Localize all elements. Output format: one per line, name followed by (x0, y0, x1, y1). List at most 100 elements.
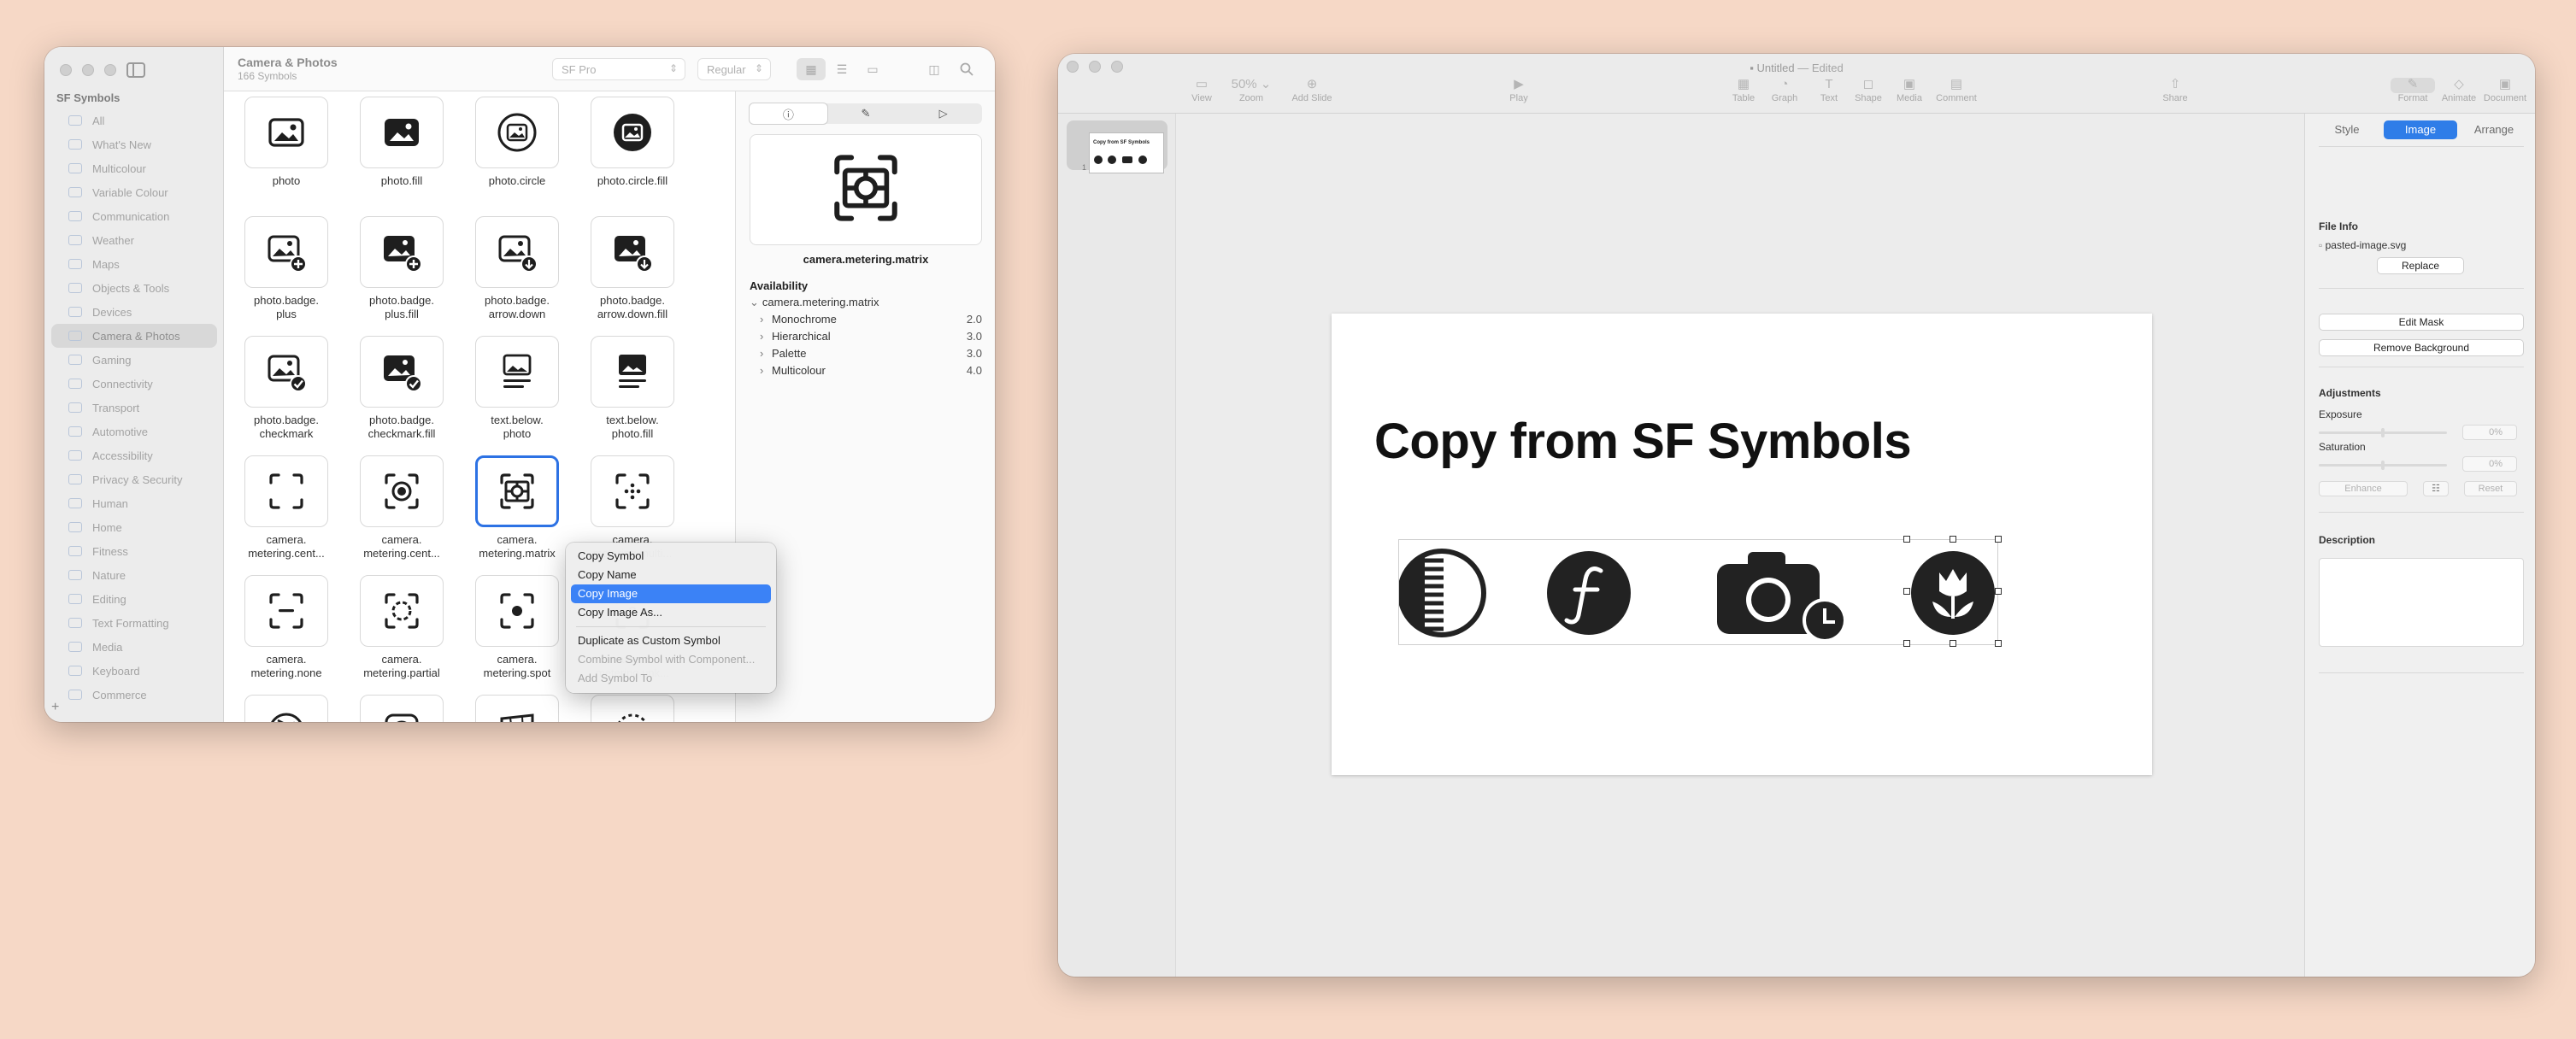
symbol-cell[interactable]: camera. metering.cent... (231, 455, 342, 561)
symbol-cell[interactable]: text.below. photo (462, 336, 573, 441)
menu-item[interactable]: Copy Image (571, 584, 771, 603)
slide-thumbnail-selected[interactable]: 1 Copy from SF Symbols (1067, 120, 1167, 173)
symbol-cell[interactable]: photo.fill (346, 97, 457, 188)
symbol-tile[interactable] (591, 216, 674, 288)
symbol-tile[interactable] (360, 455, 444, 527)
sidebar-item[interactable]: Weather (51, 228, 217, 252)
sidebar-item[interactable]: Communication (51, 204, 217, 228)
symbol-tile[interactable] (591, 455, 674, 527)
toolbar-button[interactable]: ◻ Shape (1848, 78, 1889, 104)
availability-mode-row[interactable]: › Monochrome 2.0 (750, 313, 982, 326)
grid-view-icon[interactable]: ▦ (797, 58, 826, 80)
symbol-cell[interactable]: photo.badge. plus.fill (346, 216, 457, 321)
description-field[interactable] (2319, 558, 2524, 647)
sidebar-item[interactable]: Media (51, 635, 217, 659)
sidebar-toggle-icon[interactable] (126, 62, 145, 78)
symbol-cell[interactable] (346, 695, 457, 722)
sidebar-item[interactable]: Variable Colour (51, 180, 217, 204)
toolbar-button[interactable]: ◇ Animate (2434, 78, 2484, 104)
menu-item[interactable]: Duplicate as Custom Symbol (571, 631, 771, 650)
toolbar-button[interactable]: 50% ⌄ Zoom (1226, 78, 1277, 104)
sliders-icon[interactable]: ☷ (2423, 481, 2449, 496)
exposure-field[interactable]: 0% (2462, 425, 2517, 440)
symbol-cell[interactable]: camera. metering.cent... (346, 455, 457, 561)
symbol-tile[interactable] (360, 97, 444, 168)
toolbar-button[interactable]: T Text (1808, 78, 1850, 104)
symbol-cell[interactable]: text.below. photo.fill (577, 336, 688, 441)
symbol-cell[interactable]: photo.badge. arrow.down (462, 216, 573, 321)
symbol-cell[interactable]: camera. metering.none (231, 575, 342, 680)
symbol-cell[interactable]: camera. metering.matrix (462, 455, 573, 561)
symbol-cell[interactable]: photo.badge. plus (231, 216, 342, 321)
slide[interactable]: Copy from SF Symbols (1332, 314, 2152, 775)
close-button[interactable] (60, 64, 72, 76)
symbol-tile[interactable] (475, 575, 559, 647)
resize-handle[interactable] (1903, 640, 1910, 647)
play-tab-icon[interactable]: ▷ (904, 103, 982, 124)
symbol-cell[interactable] (462, 695, 573, 722)
availability-root[interactable]: ⌄ camera.metering.matrix (750, 296, 982, 309)
toolbar-button[interactable]: ▦ Table (1723, 78, 1764, 104)
remove-background-button[interactable]: Remove Background (2319, 339, 2524, 356)
symbol-tile[interactable] (360, 336, 444, 408)
sidebar-item[interactable]: Transport (51, 396, 217, 420)
sidebar-item[interactable]: All (51, 109, 217, 132)
sidebar-item[interactable]: Text Formatting (51, 611, 217, 635)
resize-handle[interactable] (1903, 536, 1910, 543)
reset-button[interactable]: Reset (2464, 481, 2517, 496)
minimize-button[interactable] (82, 64, 94, 76)
brush-tab-icon[interactable]: ✎ (827, 103, 905, 124)
availability-mode-row[interactable]: › Palette 3.0 (750, 347, 982, 360)
gallery-view-icon[interactable]: ▭ (858, 58, 887, 80)
play-button[interactable]: ▶ Play (1497, 78, 1540, 104)
symbol-cell[interactable]: photo.badge. checkmark.fill (346, 336, 457, 441)
sidebar-item[interactable]: Maps (51, 252, 217, 276)
symbol-tile[interactable] (475, 216, 559, 288)
sidebar-item[interactable]: Fitness (51, 539, 217, 563)
exposure-slider[interactable] (2319, 428, 2447, 437)
symbol-tile[interactable] (591, 695, 674, 722)
sidebar-item[interactable]: Home (51, 515, 217, 539)
inspector-tab[interactable]: Style (2310, 120, 2384, 139)
info-tab-icon[interactable]: ⓘ (750, 103, 827, 124)
sidebar-item[interactable]: Privacy & Security (51, 467, 217, 491)
symbol-tile[interactable] (475, 336, 559, 408)
symbol-tile[interactable] (244, 97, 328, 168)
sidebar-item[interactable]: Accessibility (51, 443, 217, 467)
resize-handle[interactable] (1995, 536, 2002, 543)
inspector-tab[interactable]: Image (2384, 120, 2457, 139)
symbol-tile[interactable] (591, 336, 674, 408)
availability-mode-row[interactable]: › Multicolour 4.0 (750, 364, 982, 377)
toolbar-button[interactable]: ◔ Graph (1764, 78, 1805, 104)
toolbar-button[interactable]: ▤ Comment (1930, 78, 1983, 104)
search-icon[interactable] (952, 58, 981, 80)
symbol-tile[interactable] (360, 575, 444, 647)
zoom-button[interactable] (104, 64, 116, 76)
sidebar-item[interactable]: Multicolour (51, 156, 217, 180)
symbol-tile[interactable] (591, 97, 674, 168)
add-collection-button[interactable]: + (51, 700, 59, 715)
sidebar-item[interactable]: Editing (51, 587, 217, 611)
saturation-slider[interactable] (2319, 461, 2447, 470)
symbol-cell[interactable]: photo.circle.fill (577, 97, 688, 188)
sidebar-item[interactable]: Camera & Photos (51, 324, 217, 348)
slide-thumbnail[interactable]: Copy from SF Symbols (1089, 132, 1164, 173)
slide-title[interactable]: Copy from SF Symbols (1374, 413, 1912, 470)
sidebar-item[interactable]: Devices (51, 300, 217, 324)
pasted-image[interactable] (1398, 536, 2002, 647)
sidebar-item[interactable]: Human (51, 491, 217, 515)
sidebar-item[interactable]: Gaming (51, 348, 217, 372)
sidebar-item[interactable]: What's New (51, 132, 217, 156)
menu-item[interactable]: Copy Symbol (571, 547, 771, 566)
toolbar-button[interactable]: ▣ Document (2480, 78, 2530, 104)
symbol-tile[interactable] (475, 97, 559, 168)
sidebar-item[interactable]: Nature (51, 563, 217, 587)
inspector-toggle-icon[interactable]: ◫ (920, 58, 949, 80)
sidebar-item[interactable]: Commerce (51, 683, 217, 707)
sidebar-item[interactable]: Connectivity (51, 372, 217, 396)
symbol-tile[interactable] (244, 455, 328, 527)
resize-handle[interactable] (1903, 588, 1910, 595)
symbol-tile[interactable] (244, 575, 328, 647)
symbol-cell[interactable]: photo.circle (462, 97, 573, 188)
symbol-cell[interactable]: camera. metering.spot (462, 575, 573, 680)
